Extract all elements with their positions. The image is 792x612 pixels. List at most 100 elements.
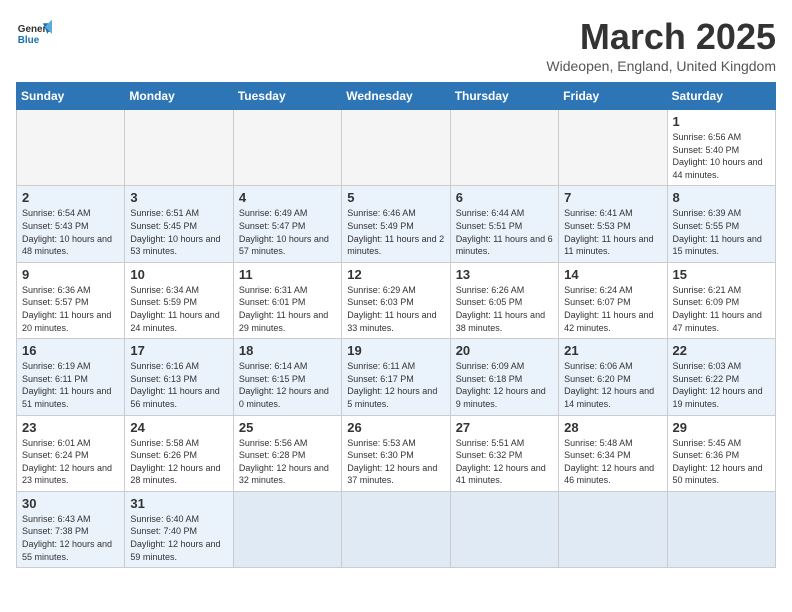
day-info: Sunrise: 6:24 AM Sunset: 6:07 PM Dayligh…: [564, 284, 661, 334]
day-info: Sunrise: 6:31 AM Sunset: 6:01 PM Dayligh…: [239, 284, 336, 334]
weekday-header-wednesday: Wednesday: [342, 83, 450, 110]
day-info: Sunrise: 6:51 AM Sunset: 5:45 PM Dayligh…: [130, 207, 227, 257]
day-number: 6: [456, 190, 553, 205]
calendar-week-row: 9 Sunrise: 6:36 AM Sunset: 5:57 PM Daylig…: [17, 262, 776, 338]
calendar-day-cell: 15Sunrise: 6:21 AM Sunset: 6:09 PM Dayli…: [667, 262, 775, 338]
calendar-day-cell: 24Sunrise: 5:58 AM Sunset: 6:26 PM Dayli…: [125, 415, 233, 491]
day-info: Sunrise: 6:29 AM Sunset: 6:03 PM Dayligh…: [347, 284, 444, 334]
calendar-day-cell: [17, 110, 125, 186]
calendar-week-row: 2 Sunrise: 6:54 AM Sunset: 5:43 PM Daylig…: [17, 186, 776, 262]
calendar-day-cell: [342, 491, 450, 567]
day-number: 19: [347, 343, 444, 358]
calendar-day-cell: 13 Sunrise: 6:26 AM Sunset: 6:05 PM Dayli…: [450, 262, 558, 338]
day-number: 23: [22, 420, 119, 435]
calendar-day-cell: [559, 110, 667, 186]
weekday-header-sunday: Sunday: [17, 83, 125, 110]
day-info: Sunrise: 6:09 AM Sunset: 6:18 PM Dayligh…: [456, 360, 553, 410]
calendar-day-cell: 3 Sunrise: 6:51 AM Sunset: 5:45 PM Daylig…: [125, 186, 233, 262]
day-info: Sunrise: 5:51 AM Sunset: 6:32 PM Dayligh…: [456, 437, 553, 487]
day-info: Sunrise: 6:41 AM Sunset: 5:53 PM Dayligh…: [564, 207, 661, 257]
day-number: 14: [564, 267, 661, 282]
calendar-day-cell: 10Sunrise: 6:34 AM Sunset: 5:59 PM Dayli…: [125, 262, 233, 338]
day-number: 8: [673, 190, 770, 205]
calendar-day-cell: 21Sunrise: 6:06 AM Sunset: 6:20 PM Dayli…: [559, 339, 667, 415]
page-header: General Blue March 2025 Wideopen, Englan…: [16, 16, 776, 74]
day-number: 15: [673, 267, 770, 282]
weekday-header-tuesday: Tuesday: [233, 83, 341, 110]
calendar-day-cell: 25 Sunrise: 5:56 AM Sunset: 6:28 PM Dayli…: [233, 415, 341, 491]
day-number: 31: [130, 496, 227, 511]
day-info: Sunrise: 6:40 AM Sunset: 7:40 PM Dayligh…: [130, 513, 227, 563]
calendar-week-row: 23Sunrise: 6:01 AM Sunset: 6:24 PM Dayli…: [17, 415, 776, 491]
calendar-week-row: 30 Sunrise: 6:43 AM Sunset: 7:38 PM Dayli…: [17, 491, 776, 567]
day-number: 28: [564, 420, 661, 435]
day-number: 7: [564, 190, 661, 205]
day-number: 30: [22, 496, 119, 511]
calendar-day-cell: 19Sunrise: 6:11 AM Sunset: 6:17 PM Dayli…: [342, 339, 450, 415]
day-info: Sunrise: 6:19 AM Sunset: 6:11 PM Dayligh…: [22, 360, 119, 410]
day-info: Sunrise: 6:34 AM Sunset: 5:59 PM Dayligh…: [130, 284, 227, 334]
day-number: 9: [22, 267, 119, 282]
day-number: 22: [673, 343, 770, 358]
day-number: 20: [456, 343, 553, 358]
calendar-day-cell: 20 Sunrise: 6:09 AM Sunset: 6:18 PM Dayli…: [450, 339, 558, 415]
day-number: 5: [347, 190, 444, 205]
calendar-table: SundayMondayTuesdayWednesdayThursdayFrid…: [16, 82, 776, 568]
logo: General Blue: [16, 16, 52, 52]
calendar-day-cell: 8 Sunrise: 6:39 AM Sunset: 5:55 PM Daylig…: [667, 186, 775, 262]
calendar-day-cell: 12 Sunrise: 6:29 AM Sunset: 6:03 PM Dayli…: [342, 262, 450, 338]
svg-text:Blue: Blue: [18, 35, 40, 46]
day-number: 16: [22, 343, 119, 358]
calendar-day-cell: 1Sunrise: 6:56 AM Sunset: 5:40 PM Daylig…: [667, 110, 775, 186]
day-number: 3: [130, 190, 227, 205]
day-info: Sunrise: 6:49 AM Sunset: 5:47 PM Dayligh…: [239, 207, 336, 257]
calendar-day-cell: 6Sunrise: 6:44 AM Sunset: 5:51 PM Daylig…: [450, 186, 558, 262]
day-number: 26: [347, 420, 444, 435]
day-info: Sunrise: 6:54 AM Sunset: 5:43 PM Dayligh…: [22, 207, 119, 257]
calendar-day-cell: [559, 491, 667, 567]
calendar-day-cell: 23Sunrise: 6:01 AM Sunset: 6:24 PM Dayli…: [17, 415, 125, 491]
calendar-day-cell: [125, 110, 233, 186]
day-number: 1: [673, 114, 770, 129]
weekday-header-friday: Friday: [559, 83, 667, 110]
calendar-day-cell: 31 Sunrise: 6:40 AM Sunset: 7:40 PM Dayli…: [125, 491, 233, 567]
calendar-day-cell: 17Sunrise: 6:16 AM Sunset: 6:13 PM Dayli…: [125, 339, 233, 415]
day-number: 13: [456, 267, 553, 282]
calendar-day-cell: 22 Sunrise: 6:03 AM Sunset: 6:22 PM Dayli…: [667, 339, 775, 415]
calendar-day-cell: 29 Sunrise: 5:45 AM Sunset: 6:36 PM Dayli…: [667, 415, 775, 491]
calendar-day-cell: [450, 110, 558, 186]
calendar-day-cell: [667, 491, 775, 567]
calendar-day-cell: 4 Sunrise: 6:49 AM Sunset: 5:47 PM Daylig…: [233, 186, 341, 262]
day-info: Sunrise: 5:56 AM Sunset: 6:28 PM Dayligh…: [239, 437, 336, 487]
month-title: March 2025: [546, 16, 776, 58]
day-info: Sunrise: 6:14 AM Sunset: 6:15 PM Dayligh…: [239, 360, 336, 410]
weekday-header-monday: Monday: [125, 83, 233, 110]
day-info: Sunrise: 6:06 AM Sunset: 6:20 PM Dayligh…: [564, 360, 661, 410]
calendar-day-cell: 18Sunrise: 6:14 AM Sunset: 6:15 PM Dayli…: [233, 339, 341, 415]
day-number: 12: [347, 267, 444, 282]
calendar-day-cell: 30 Sunrise: 6:43 AM Sunset: 7:38 PM Dayli…: [17, 491, 125, 567]
calendar-day-cell: [450, 491, 558, 567]
day-info: Sunrise: 6:16 AM Sunset: 6:13 PM Dayligh…: [130, 360, 227, 410]
day-info: Sunrise: 5:48 AM Sunset: 6:34 PM Dayligh…: [564, 437, 661, 487]
day-info: Sunrise: 6:46 AM Sunset: 5:49 PM Dayligh…: [347, 207, 444, 257]
day-info: Sunrise: 6:26 AM Sunset: 6:05 PM Dayligh…: [456, 284, 553, 334]
day-info: Sunrise: 6:36 AM Sunset: 5:57 PM Dayligh…: [22, 284, 119, 334]
weekday-header-saturday: Saturday: [667, 83, 775, 110]
day-info: Sunrise: 6:39 AM Sunset: 5:55 PM Dayligh…: [673, 207, 770, 257]
day-info: Sunrise: 6:03 AM Sunset: 6:22 PM Dayligh…: [673, 360, 770, 410]
day-number: 4: [239, 190, 336, 205]
calendar-day-cell: 9 Sunrise: 6:36 AM Sunset: 5:57 PM Daylig…: [17, 262, 125, 338]
day-info: Sunrise: 6:43 AM Sunset: 7:38 PM Dayligh…: [22, 513, 119, 563]
day-number: 27: [456, 420, 553, 435]
day-number: 25: [239, 420, 336, 435]
day-number: 29: [673, 420, 770, 435]
calendar-day-cell: 2 Sunrise: 6:54 AM Sunset: 5:43 PM Daylig…: [17, 186, 125, 262]
calendar-day-cell: 14 Sunrise: 6:24 AM Sunset: 6:07 PM Dayli…: [559, 262, 667, 338]
calendar-week-row: 1Sunrise: 6:56 AM Sunset: 5:40 PM Daylig…: [17, 110, 776, 186]
day-number: 2: [22, 190, 119, 205]
weekday-header-thursday: Thursday: [450, 83, 558, 110]
calendar-day-cell: 28 Sunrise: 5:48 AM Sunset: 6:34 PM Dayli…: [559, 415, 667, 491]
day-info: Sunrise: 5:45 AM Sunset: 6:36 PM Dayligh…: [673, 437, 770, 487]
calendar-day-cell: 16 Sunrise: 6:19 AM Sunset: 6:11 PM Dayli…: [17, 339, 125, 415]
